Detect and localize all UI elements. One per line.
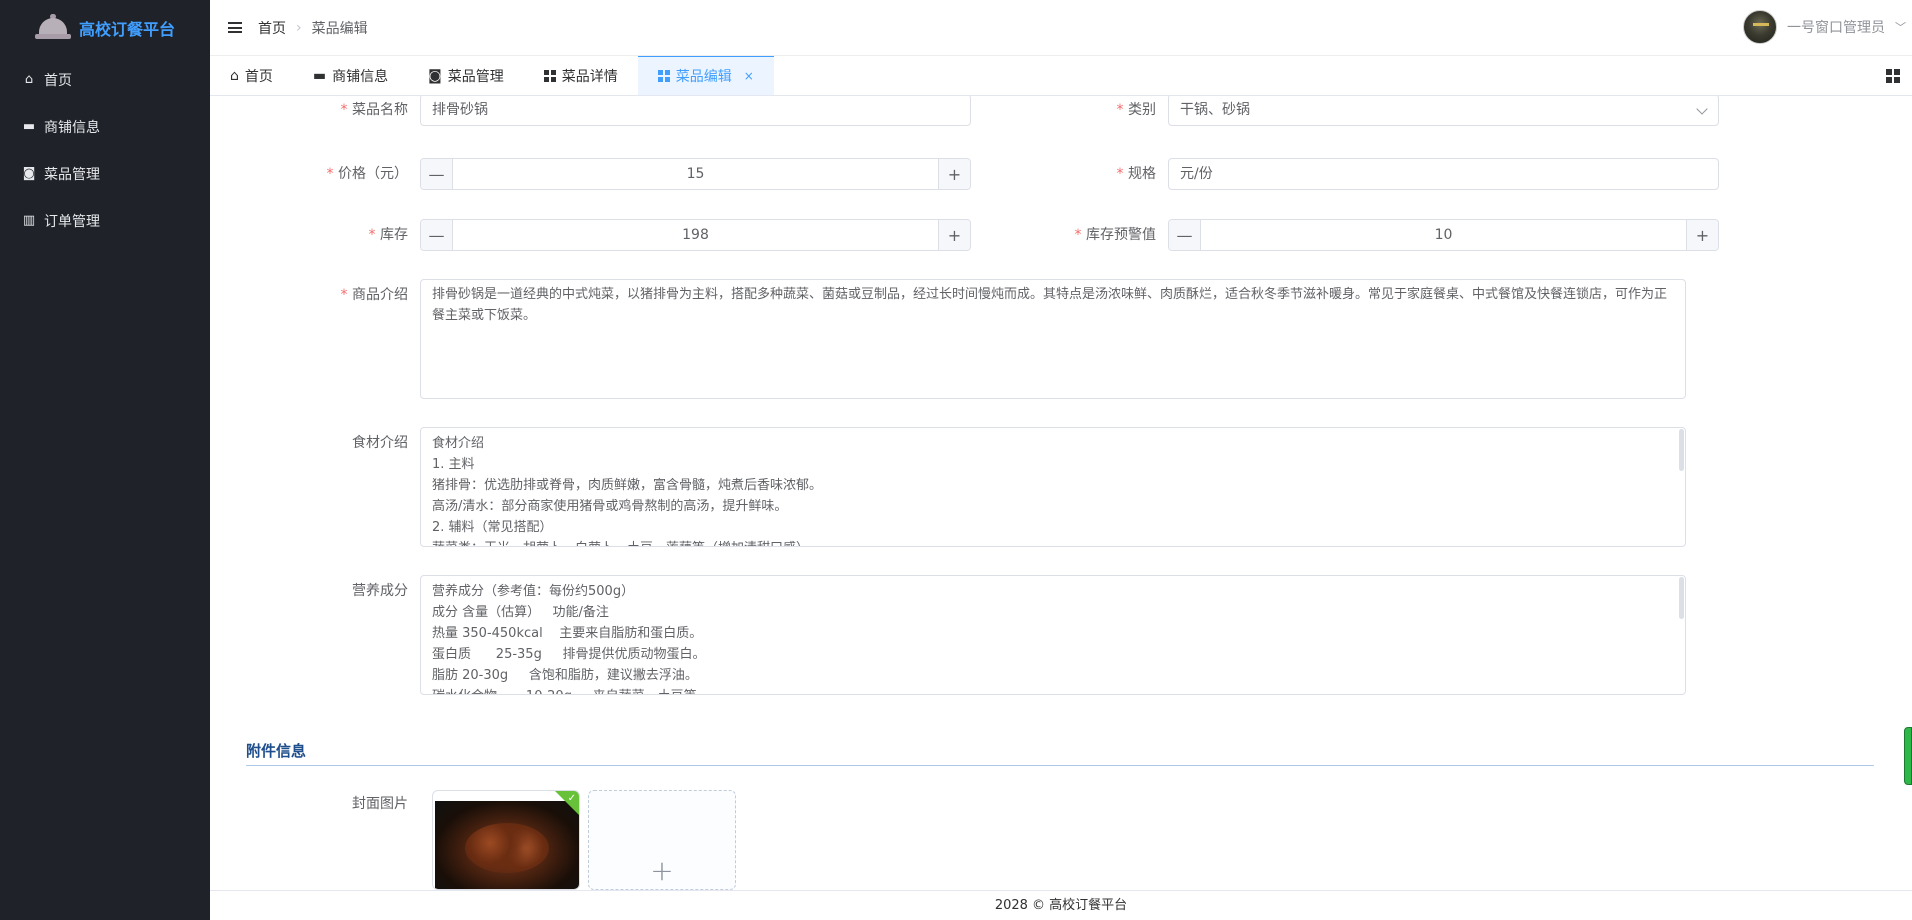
grid-icon [657,70,670,82]
tab-label: 商铺信息 [332,68,389,85]
footer: 2028 © 高校订餐平台 [210,890,1912,920]
floating-side-tab[interactable] [1904,727,1912,785]
sidebar: 高校订餐平台 ⌂ 首页 ▬ 商铺信息 ◙ 菜品管理 ▥ 订单管理 [0,0,210,920]
breadcrumb-current: 菜品编辑 [311,20,368,37]
label-price: 价格（元） [210,158,420,190]
grid-icon[interactable] [1886,69,1900,83]
shop-icon: ▬ [22,119,36,134]
form-item-price: 价格（元） — 15 + [210,158,971,190]
label-nutrition: 营养成分 [352,583,408,599]
label-category: 类别 [946,96,1168,126]
label-stock: 库存 [210,219,420,251]
user-menu[interactable]: 一号窗口管理员 ﹀ [1743,10,1912,44]
section-divider [246,765,1874,766]
stock-alert-input[interactable]: 10 [1201,220,1686,250]
tab-label: 菜品编辑 [675,69,732,85]
form-item-stock-alert: 库存预警值 — 10 + [946,219,1719,251]
sidebar-item-label: 订单管理 [44,213,100,230]
home-icon: ⌂ [24,72,34,87]
label-intro: 商品介绍 [210,279,420,311]
menu-toggle-icon[interactable] [228,22,242,33]
stock-input[interactable]: 198 [453,220,938,250]
stock-stepper: — 198 + [420,219,971,251]
category-value: 干锅、砂锅 [1180,102,1250,118]
main-content: 菜品名称 排骨砂锅 类别 干锅、砂锅 价格（元） — 15 + 规格 元/份 库… [210,96,1912,890]
ingredients-textarea[interactable]: 食材介绍 1. 主料 猪排骨：优选肋排或脊骨，肉质鲜嫩，富含骨髓，炖煮后香味浓郁… [420,427,1686,547]
form-item-spec: 规格 元/份 [946,158,1719,190]
sidebar-item-dishes[interactable]: ◙ 菜品管理 [0,150,210,197]
form-item-category: 类别 干锅、砂锅 [946,96,1719,126]
app-title: 高校订餐平台 [78,20,175,39]
sidebar-item-label: 首页 [44,72,72,89]
decrease-button[interactable]: — [421,220,453,250]
home-icon: ⌂ [230,67,239,84]
form-item-name: 菜品名称 排骨砂锅 [210,96,971,126]
grid-icon [543,69,556,82]
section-title-attachments: 附件信息 [246,742,307,760]
tab-label: 菜品详情 [561,68,618,85]
shop-icon: ▬ [312,67,327,84]
breadcrumb: 首页 › 菜品编辑 [258,18,368,38]
decrease-button[interactable]: — [421,159,453,189]
tab-bar: ⌂ 首页 ▬ 商铺信息 ◙ 菜品管理 菜品详情 菜品编辑 × [210,56,1912,96]
sidebar-item-orders[interactable]: ▥ 订单管理 [0,197,210,244]
category-select[interactable]: 干锅、砂锅 [1168,96,1719,126]
tab-dish-edit[interactable]: 菜品编辑 × [637,56,774,95]
header: 首页 › 菜品编辑 一号窗口管理员 ﹀ [210,0,1912,56]
username[interactable]: 一号窗口管理员 [1787,17,1885,37]
dish-icon: ◙ [428,67,442,84]
chevron-right-icon: › [296,19,302,36]
cloche-icon [34,14,71,42]
form-item-stock: 库存 — 198 + [210,219,971,251]
chevron-down-icon [1696,103,1708,115]
intro-textarea[interactable]: 排骨砂锅是一道经典的中式炖菜，以猪排骨为主料，搭配多种蔬菜、菌菇或豆制品，经过长… [420,279,1686,399]
order-icon: ▥ [22,213,36,228]
cover-image-thumbnail[interactable]: ✓ [432,790,580,890]
label-stock-alert: 库存预警值 [946,219,1168,251]
spec-input[interactable]: 元/份 [1168,158,1719,190]
upload-button[interactable]: + [588,790,736,890]
form-item-ingredients: 食材介绍 食材介绍 1. 主料 猪排骨：优选肋排或脊骨，肉质鲜嫩，富含骨髓，炖煮… [210,427,1686,547]
chevron-down-icon: ﹀ [1895,21,1906,34]
check-icon: ✓ [567,793,576,804]
stock-alert-stepper: — 10 + [1168,219,1719,251]
decrease-button[interactable]: — [1169,220,1201,250]
plus-icon: + [650,853,674,887]
label-ingredients: 食材介绍 [352,435,408,451]
label-name: 菜品名称 [210,96,420,126]
logo[interactable]: 高校订餐平台 [0,0,210,56]
tab-home[interactable]: ⌂ 首页 [210,56,293,95]
tab-label: 菜品管理 [447,68,504,85]
sidebar-item-label: 商铺信息 [44,119,100,136]
price-stepper: — 15 + [420,158,971,190]
dish-icon: ◙ [22,166,36,181]
label-spec: 规格 [946,158,1168,190]
tab-label: 首页 [244,68,273,85]
label-cover-image: 封面图片 [352,796,408,812]
tab-dish-detail[interactable]: 菜品详情 [524,56,638,95]
price-input[interactable]: 15 [453,159,938,189]
nutrition-textarea[interactable]: 营养成分（参考值：每份约500g） 成分 含量（估算） 功能/备注 热量 350… [420,575,1686,695]
avatar[interactable] [1743,10,1777,44]
sidebar-item-shop[interactable]: ▬ 商铺信息 [0,103,210,150]
sidebar-item-label: 菜品管理 [44,166,100,183]
form-item-nutrition: 营养成分 营养成分（参考值：每份约500g） 成分 含量（估算） 功能/备注 热… [210,575,1686,695]
sidebar-item-home[interactable]: ⌂ 首页 [0,56,210,103]
increase-button[interactable]: + [1686,220,1718,250]
tab-shop[interactable]: ▬ 商铺信息 [293,56,408,95]
close-icon[interactable]: × [744,69,754,83]
tab-dishes[interactable]: ◙ 菜品管理 [408,56,524,95]
form-item-intro: 商品介绍 排骨砂锅是一道经典的中式炖菜，以猪排骨为主料，搭配多种蔬菜、菌菇或豆制… [210,279,1686,399]
breadcrumb-home[interactable]: 首页 [258,18,286,38]
dish-name-input[interactable]: 排骨砂锅 [420,96,971,126]
